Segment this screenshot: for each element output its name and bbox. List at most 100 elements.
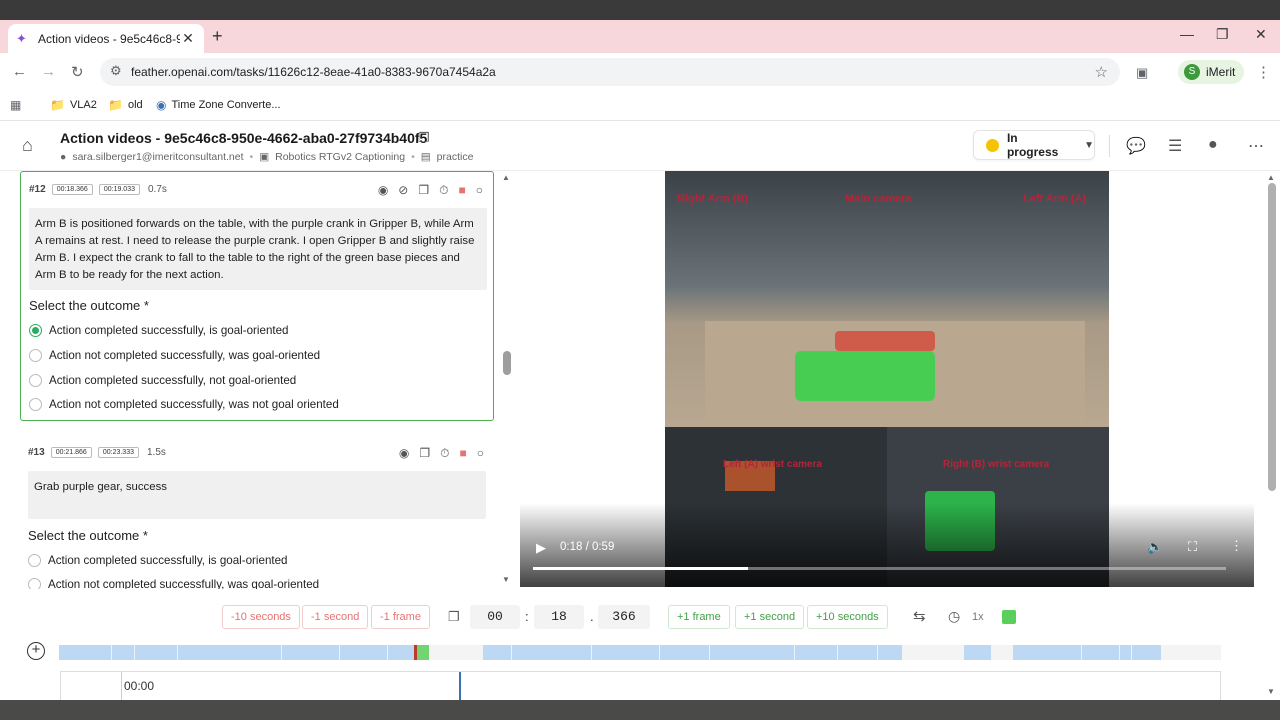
duplicate-icon[interactable]: ❐ [418, 183, 429, 198]
comment-icon[interactable]: ○ [477, 446, 484, 461]
close-tab-icon[interactable]: ✕ [180, 30, 196, 47]
browser-menu-icon[interactable]: ⋮ [1256, 63, 1271, 81]
label-right-wrist: Right (B) wrist camera [943, 459, 1050, 470]
segment-start[interactable]: 00:18.366 [51, 184, 93, 195]
radio[interactable] [29, 349, 42, 362]
timeline-playhead[interactable] [459, 672, 461, 701]
outcome-option[interactable]: Action completed successfully, is goal-o… [29, 324, 289, 337]
segment-number: #12 [29, 184, 46, 195]
segment-description[interactable]: Grab purple gear, success [28, 471, 486, 519]
seconds-field[interactable]: 18 [534, 605, 584, 629]
site-info-icon[interactable]: ⚙ [110, 63, 122, 79]
bookmark-vla2[interactable]: 📁 VLA2 [50, 98, 97, 112]
scroll-down-icon[interactable]: ▼ [502, 575, 510, 584]
cast-icon[interactable]: ▣ [1136, 65, 1148, 81]
fwd-10-seconds-button[interactable]: +10 seconds [807, 605, 888, 629]
segment-description[interactable]: Arm B is positioned forwards on the tabl… [29, 208, 487, 290]
label-right-arm: Right Arm (B) [677, 193, 749, 205]
scroll-up-icon[interactable]: ▲ [502, 173, 510, 182]
folder-icon: 📁 [108, 98, 123, 112]
segment-color-toggle[interactable] [1002, 610, 1016, 624]
zoom-in-icon[interactable]: + [27, 642, 45, 660]
radio[interactable] [28, 578, 41, 589]
fwd-1-frame-button[interactable]: +1 frame [668, 605, 730, 629]
timeline-track[interactable] [59, 645, 1221, 660]
outcome-option[interactable]: Action not completed successfully, was g… [28, 578, 319, 589]
fwd-1-second-button[interactable]: +1 second [735, 605, 805, 629]
segments-scrollbar[interactable]: ▲ ▼ [502, 171, 512, 589]
duplicate-icon[interactable]: ❐ [419, 446, 430, 461]
bookmark-time-zone[interactable]: ◉ Time Zone Converte... [156, 98, 281, 112]
timer-icon[interactable]: ⏱ [439, 183, 448, 198]
speed-gauge-icon[interactable]: ◷ [948, 608, 960, 625]
timeline-segment[interactable] [964, 645, 991, 660]
minimize-icon[interactable]: — [1180, 26, 1194, 42]
segment-end[interactable]: 00:19.033 [98, 184, 140, 195]
radio[interactable] [29, 398, 42, 411]
delete-icon[interactable]: ■ [459, 183, 466, 198]
new-tab-icon[interactable]: + [212, 26, 223, 47]
speed-value[interactable]: 1x [972, 611, 984, 623]
timeline-segment[interactable] [1013, 645, 1161, 660]
outcome-option[interactable]: Action completed successfully, is goal-o… [28, 554, 288, 567]
segment-start[interactable]: 00:21.866 [50, 447, 92, 458]
timeline-active-segment[interactable] [415, 645, 429, 660]
loop-icon[interactable]: ⇆ [913, 607, 926, 625]
scroll-thumb[interactable] [503, 351, 511, 375]
status-dropdown[interactable]: In progress ▼ [973, 130, 1095, 160]
back-1-second-button[interactable]: -1 second [302, 605, 369, 629]
play-icon[interactable]: ▶ [536, 540, 546, 556]
timeline-segment[interactable] [483, 645, 902, 660]
outcome-option[interactable]: Action completed successfully, not goal-… [29, 374, 296, 387]
outcome-option[interactable]: Action not completed successfully, was g… [29, 349, 320, 362]
omnibox[interactable]: ⚙ feather.openai.com/tasks/11626c12-8eae… [100, 58, 1120, 86]
scroll-up-icon[interactable]: ▲ [1267, 173, 1275, 182]
minutes-field[interactable]: 00 [470, 605, 520, 629]
radio[interactable] [29, 374, 42, 387]
segment-end[interactable]: 00:23.333 [97, 447, 139, 458]
volume-icon[interactable]: 🔈 [1147, 539, 1163, 555]
assignee-icon[interactable]: ● [1208, 136, 1218, 154]
scroll-down-icon[interactable]: ▼ [1267, 687, 1275, 696]
bookmark-star-icon[interactable]: ☆ [1095, 63, 1108, 81]
mark-icon[interactable]: ◉ [378, 183, 388, 198]
profile-chip[interactable]: S iMerit [1178, 60, 1244, 84]
segment-card-13[interactable]: #13 00:21.866 00:23.333 1.5s ◉ ❐ ⏱ ■ ○ G… [20, 435, 494, 589]
notes-icon[interactable]: ☰ [1168, 136, 1182, 156]
profile-name: iMerit [1206, 65, 1236, 79]
outcome-option[interactable]: Action not completed successfully, was n… [29, 398, 339, 411]
forward-icon[interactable]: → [41, 63, 56, 80]
copy-icon[interactable]: ❐ [418, 130, 430, 146]
delete-icon[interactable]: ■ [460, 446, 467, 461]
back-icon[interactable]: ← [12, 63, 27, 80]
segment-duration: 0.7s [148, 184, 167, 195]
segment-tools: ◉ ⊘ ❐ ⏱ ■ ○ [378, 183, 483, 198]
back-1-frame-button[interactable]: -1 frame [371, 605, 430, 629]
comment-icon[interactable]: ○ [476, 183, 483, 198]
radio[interactable] [28, 554, 41, 567]
video-progress[interactable] [533, 567, 1226, 570]
scroll-thumb[interactable] [1268, 183, 1276, 491]
comment-icon[interactable]: 💬 [1126, 136, 1146, 156]
apps-grid-icon[interactable]: ▦ [10, 98, 21, 112]
copy-time-icon[interactable]: ❐ [448, 609, 460, 625]
back-10-seconds-button[interactable]: -10 seconds [222, 605, 300, 629]
timeline-segment[interactable] [59, 645, 415, 660]
reload-icon[interactable]: ↻ [71, 63, 84, 81]
close-window-icon[interactable]: ✕ [1255, 26, 1267, 43]
video-player[interactable]: Right Arm (B) Main camera Left Arm (A) L… [520, 171, 1254, 587]
home-icon[interactable]: ⌂ [22, 135, 33, 156]
unmark-icon[interactable]: ⊘ [398, 183, 408, 198]
radio-selected[interactable] [29, 324, 42, 337]
timeline-ruler[interactable]: 00:00 [60, 671, 1221, 701]
restore-icon[interactable]: ❐ [1216, 26, 1229, 43]
browser-tab-active[interactable]: ✦ Action videos - 9e5c46c8-950e ✕ [8, 24, 204, 53]
timer-icon[interactable]: ⏱ [440, 446, 449, 461]
millis-field[interactable]: 366 [598, 605, 650, 629]
segment-card-12[interactable]: #12 00:18.366 00:19.033 0.7s ◉ ⊘ ❐ ⏱ ■ ○… [20, 171, 494, 421]
video-more-icon[interactable]: ⋮ [1230, 538, 1243, 554]
fullscreen-icon[interactable]: ⛶ [1188, 539, 1197, 555]
mark-icon[interactable]: ◉ [399, 446, 409, 461]
bookmark-old[interactable]: 📁 old [108, 98, 143, 112]
more-icon[interactable]: ⋯ [1248, 136, 1264, 156]
